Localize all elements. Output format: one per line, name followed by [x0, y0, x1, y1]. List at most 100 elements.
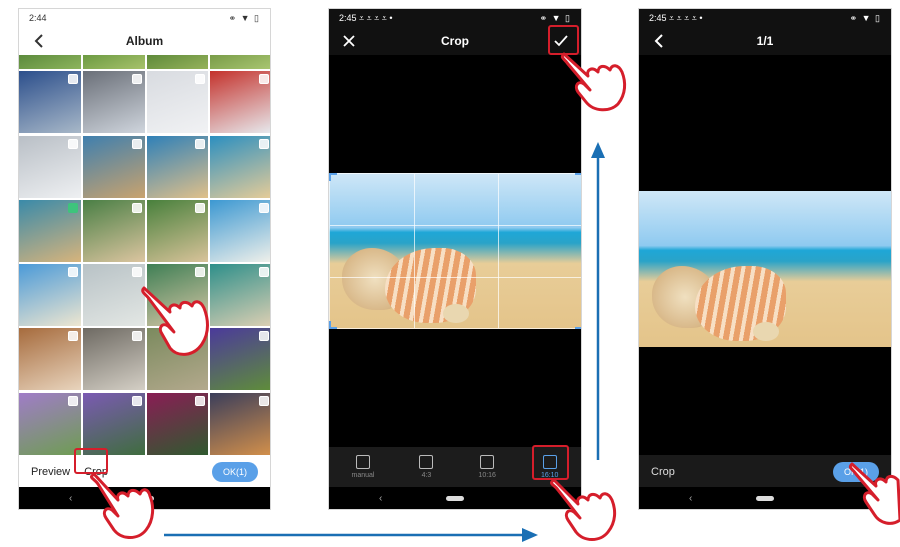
photo-thumbnail[interactable]: [19, 328, 81, 391]
photo-thumbnail[interactable]: [82, 264, 145, 327]
photo-thumbnail[interactable]: [210, 328, 270, 391]
nav-back-icon[interactable]: ‹: [379, 493, 382, 504]
close-icon[interactable]: [339, 31, 359, 51]
select-checkbox[interactable]: [195, 395, 206, 406]
crop-manual-icon: [355, 455, 370, 469]
select-checkbox[interactable]: [259, 395, 269, 406]
photo-thumbnail[interactable]: [19, 199, 81, 262]
crop-handle-bottom-left[interactable]: [329, 321, 337, 329]
ratio-option[interactable]: manual: [351, 455, 374, 479]
grid-line: [497, 174, 499, 328]
photo-thumbnail[interactable]: [82, 55, 145, 69]
select-checkbox[interactable]: [67, 138, 78, 149]
select-checkbox[interactable]: [259, 74, 269, 85]
photo-thumbnail[interactable]: [82, 392, 145, 455]
select-checkbox[interactable]: [131, 202, 142, 213]
select-checkbox[interactable]: [131, 395, 142, 406]
preview-button[interactable]: Preview: [31, 466, 70, 478]
photo-thumbnail[interactable]: [146, 135, 209, 198]
nav-home-pill[interactable]: [756, 495, 774, 501]
page-title: 1/1: [756, 34, 774, 48]
result-screen: 2:45 ⩡ ⩡ ⩡ ⩡ • ⚭ ▼ ▯ 1/1 Crop OK(1) ‹: [638, 8, 892, 510]
photo-thumbnail[interactable]: [146, 71, 209, 134]
album-titlebar: Album: [19, 27, 270, 55]
photo-thumbnail[interactable]: [146, 55, 209, 69]
page-title: Album: [125, 34, 164, 48]
status-icons: ⚭ ▼ ▯: [228, 12, 260, 23]
photo-thumbnail[interactable]: [19, 55, 81, 69]
select-checkbox[interactable]: [67, 267, 78, 278]
photo-thumbnail[interactable]: [19, 392, 81, 455]
select-checkbox[interactable]: [195, 267, 206, 278]
photo-thumbnail[interactable]: [210, 392, 270, 455]
status-icons: ⚭ ▼ ▯: [849, 12, 881, 23]
grid-line: [330, 225, 581, 227]
crop-handle-bottom-right[interactable]: [575, 321, 581, 329]
status-icons: ⚭ ▼ ▯: [539, 12, 571, 23]
select-checkbox[interactable]: [131, 138, 142, 149]
page-title: Crop: [441, 34, 469, 48]
select-checkbox[interactable]: [67, 331, 78, 342]
photo-thumbnail[interactable]: [19, 264, 81, 327]
nav-back-icon[interactable]: ‹: [689, 493, 692, 504]
status-time: 2:45 ⩡ ⩡ ⩡ ⩡ •: [649, 12, 703, 23]
status-bar: 2:44 ⚭ ▼ ▯: [19, 9, 270, 27]
ratio-16-10-highlight: [532, 445, 569, 480]
photo-thumbnail[interactable]: [82, 135, 145, 198]
select-checkbox[interactable]: [67, 395, 78, 406]
photo-grid: [19, 55, 270, 455]
grid-line: [413, 174, 415, 328]
image-pebble: [753, 322, 779, 341]
select-checkbox[interactable]: [259, 267, 269, 278]
select-checkbox[interactable]: [195, 74, 206, 85]
photo-thumbnail[interactable]: [210, 199, 270, 262]
photo-thumbnail[interactable]: [210, 55, 270, 69]
select-checkbox[interactable]: [131, 267, 142, 278]
photo-thumbnail[interactable]: [19, 135, 81, 198]
arrow-up-icon: [591, 142, 605, 460]
pointing-hand-icon: [141, 286, 209, 356]
nav-home-pill[interactable]: [446, 495, 464, 501]
photo-thumbnail[interactable]: [82, 199, 145, 262]
photo-thumbnail[interactable]: [210, 264, 270, 327]
album-screen: 2:44 ⚭ ▼ ▯ Album Preview Crop OK(1) ‹: [18, 8, 271, 510]
ratio-10-16-icon: [480, 455, 495, 469]
chevron-left-icon[interactable]: [649, 31, 669, 51]
photo-thumbnail[interactable]: [146, 199, 209, 262]
ratio-option[interactable]: 4:3: [419, 455, 434, 479]
ratio-option[interactable]: 10:16: [478, 455, 496, 479]
ok-button[interactable]: OK(1): [212, 462, 258, 482]
ratio-label: 10:16: [478, 472, 496, 479]
status-time: 2:45 ⩡ ⩡ ⩡ ⩡ •: [339, 12, 393, 23]
photo-thumbnail[interactable]: [210, 135, 270, 198]
status-bar: 2:45 ⩡ ⩡ ⩡ ⩡ • ⚭ ▼ ▯: [329, 9, 581, 27]
chevron-left-icon[interactable]: [29, 31, 49, 51]
arrow-right-icon: [164, 528, 538, 542]
select-checkbox[interactable]: [259, 331, 269, 342]
select-checkbox[interactable]: [131, 74, 142, 85]
select-checkbox[interactable]: [195, 202, 206, 213]
select-checkbox[interactable]: [259, 138, 269, 149]
cropped-image: [639, 191, 891, 347]
pointing-hand-icon: [848, 462, 900, 525]
crop-frame[interactable]: [329, 173, 581, 329]
select-checkbox[interactable]: [67, 202, 78, 213]
select-checkbox[interactable]: [259, 202, 269, 213]
pointing-hand-icon: [550, 478, 617, 541]
select-checkbox[interactable]: [195, 138, 206, 149]
photo-thumbnail[interactable]: [19, 71, 81, 134]
crop-handle-top-left[interactable]: [329, 173, 337, 181]
crop-screen: 2:45 ⩡ ⩡ ⩡ ⩡ • ⚭ ▼ ▯ Crop manual 4:3 10:16…: [328, 8, 582, 510]
ratio-label: manual: [351, 472, 375, 479]
pointing-hand-icon: [90, 472, 155, 539]
pointing-hand-icon: [560, 52, 627, 112]
crop-button[interactable]: Crop: [651, 466, 675, 478]
photo-thumbnail[interactable]: [146, 392, 209, 455]
photo-thumbnail[interactable]: [82, 71, 145, 134]
nav-back-icon[interactable]: ‹: [69, 493, 72, 504]
photo-thumbnail[interactable]: [82, 328, 145, 391]
crop-titlebar: Crop: [329, 27, 581, 55]
select-checkbox[interactable]: [67, 74, 78, 85]
crop-handle-top-right[interactable]: [575, 173, 581, 181]
photo-thumbnail[interactable]: [210, 71, 270, 134]
